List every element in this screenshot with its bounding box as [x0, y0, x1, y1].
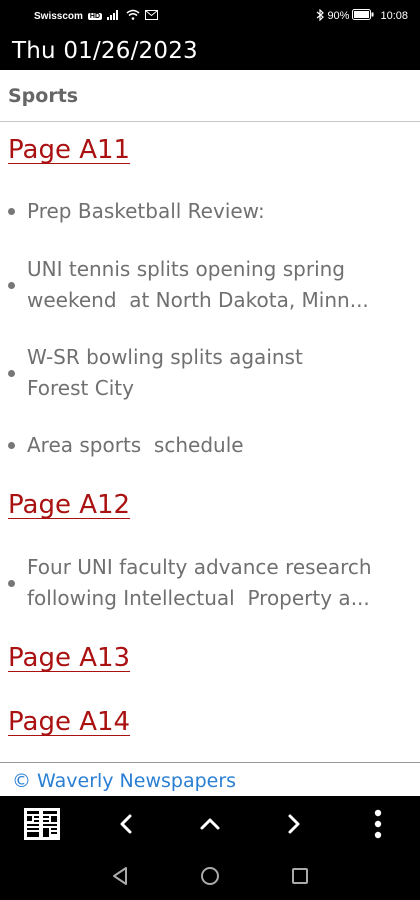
signal-icon: [107, 9, 121, 23]
article-item[interactable]: UNI tennis splits opening spring weekend…: [8, 254, 412, 316]
newspaper-grid-icon[interactable]: [14, 796, 70, 852]
carrier-name: Swisscom: [34, 10, 83, 22]
article-line: Prep Basketball Review:: [27, 199, 265, 223]
home-circle-icon[interactable]: [186, 852, 234, 900]
clock-time: 10:08: [380, 10, 408, 22]
article-line: following Intellectual Property a...: [27, 586, 370, 610]
system-nav-bar: [0, 852, 420, 900]
bottom-toolbar: [0, 796, 420, 852]
chevron-left-icon[interactable]: [98, 796, 154, 852]
article-line: Forest City: [27, 376, 134, 400]
page-link-a13[interactable]: Page A13: [8, 643, 130, 673]
status-right: 90% 10:08: [316, 8, 408, 24]
page-link-a14[interactable]: Page A14: [8, 707, 130, 737]
section-title: Sports: [8, 84, 79, 107]
chevron-right-icon[interactable]: [266, 796, 322, 852]
network-badge: HD: [87, 12, 103, 20]
article-line: UNI tennis splits opening spring: [27, 257, 345, 281]
status-left: Swisscom HD: [34, 9, 159, 23]
message-icon: [145, 9, 159, 23]
article-item[interactable]: W-SR bowling splits against Forest City: [8, 342, 412, 404]
bullet-icon: [8, 579, 15, 587]
battery-percent: 90%: [327, 10, 350, 22]
article-line: weekend at North Dakota, Minn...: [27, 288, 369, 312]
bullet-icon: [8, 208, 15, 215]
recents-square-icon[interactable]: [276, 852, 324, 900]
bluetooth-icon: [316, 8, 325, 24]
chevron-up-icon[interactable]: [182, 796, 238, 852]
article-line: Four UNI faculty advance research: [27, 555, 372, 579]
bullet-icon: [8, 369, 15, 377]
bullet-icon: [8, 281, 15, 289]
article-line: W-SR bowling splits against: [27, 345, 303, 369]
more-vertical-icon[interactable]: [350, 796, 406, 852]
status-bar: Swisscom HD 90% 10:08: [0, 0, 420, 32]
footer-divider: [0, 762, 420, 763]
wifi-icon: [126, 9, 140, 23]
copyright-link[interactable]: © Waverly Newspapers: [12, 770, 236, 792]
article-item[interactable]: Prep Basketball Review:: [8, 196, 412, 227]
bullet-icon: [8, 442, 15, 449]
back-triangle-icon[interactable]: [96, 852, 144, 900]
battery-icon: [352, 9, 374, 23]
title-bar: Thu 01/26/2023: [0, 32, 420, 70]
article-item[interactable]: Four UNI faculty advance research follow…: [8, 552, 412, 614]
section-header: Sports: [0, 70, 420, 122]
page-link-a12[interactable]: Page A12: [8, 490, 130, 520]
page-link-a11[interactable]: Page A11: [8, 135, 130, 165]
page-title: Thu 01/26/2023: [12, 38, 198, 64]
article-line: Area sports schedule: [27, 433, 244, 457]
article-item[interactable]: Area sports schedule: [8, 430, 412, 461]
